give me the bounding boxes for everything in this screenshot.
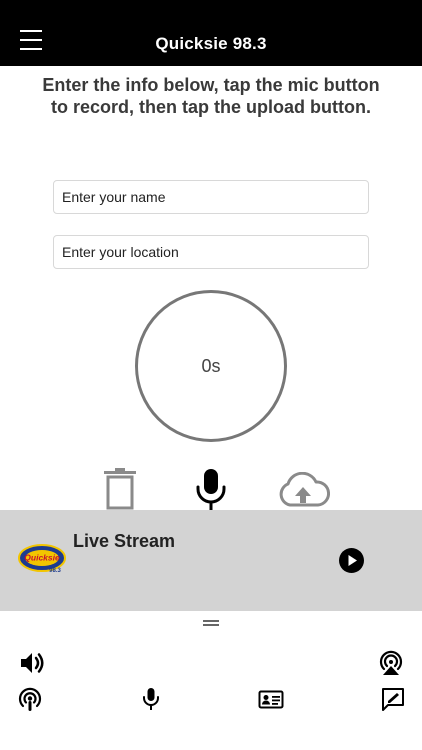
podcast-icon[interactable] [17, 686, 43, 712]
feedback-icon[interactable] [380, 686, 406, 712]
cloud-upload-icon[interactable] [276, 472, 330, 508]
name-input[interactable] [53, 180, 369, 214]
app-header: Quicksie 98.3 [0, 0, 422, 66]
play-icon[interactable] [339, 548, 364, 573]
microphone-icon[interactable] [138, 686, 164, 712]
location-input[interactable] [53, 235, 369, 269]
station-logo: Quicksie 98.3 [18, 544, 66, 574]
drag-handle-icon[interactable] [203, 620, 219, 626]
svg-text:98.3: 98.3 [49, 568, 61, 574]
timer-value: 0s [201, 355, 221, 376]
volume-icon[interactable] [19, 650, 45, 676]
instructions-text: Enter the info below, tap the mic button… [42, 75, 380, 117]
contact-card-icon[interactable] [258, 686, 284, 712]
svg-text:Quicksie: Quicksie [24, 553, 60, 563]
record-timer-circle: 0s [135, 290, 287, 442]
page-title: Quicksie 98.3 [155, 34, 267, 53]
trash-icon[interactable] [103, 468, 137, 510]
airplay-icon[interactable] [378, 650, 404, 676]
microphone-icon[interactable] [194, 468, 228, 512]
stream-title: Live Stream [73, 531, 176, 551]
